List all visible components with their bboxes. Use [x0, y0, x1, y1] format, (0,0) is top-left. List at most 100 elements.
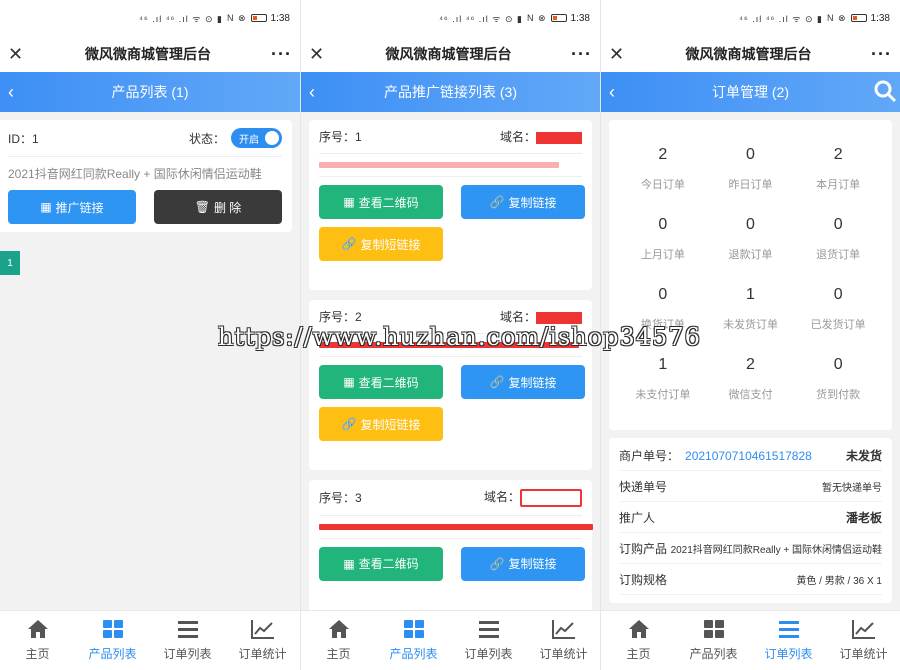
more-icon[interactable]: ··· [268, 44, 292, 65]
more-icon[interactable]: ··· [568, 44, 592, 65]
copy-link-button[interactable]: 🔗 复制链接 [461, 546, 585, 581]
order-stat[interactable]: 0 换货订单 [619, 286, 707, 332]
link-card: 序号：2 域名： ▦ 查看二维码 🔗 复制链接 🔗 复制短链接 [309, 300, 592, 470]
page-number[interactable]: 1 [0, 251, 20, 275]
order-stats-card: 2 今日订单 0 昨日订单 2 本月订单 0 上月订单 0 退款订单 0 退货订单 0 换货订单 1 未发货订… [609, 120, 892, 430]
status-toggle[interactable]: 开启 [231, 128, 282, 148]
stat-label: 今日订单 [640, 179, 685, 191]
tab-home[interactable]: 主页 [601, 611, 676, 670]
tab-stats-label: 订单统计 [539, 647, 588, 661]
link-card: 序号：1 域名： ▦ 查看二维码 🔗 复制链接 🔗 复制短链接 [309, 120, 592, 290]
tab-orders[interactable]: 订单列表 [150, 611, 225, 670]
tab-products[interactable]: 产品列表 [676, 611, 751, 670]
link-icon: 🔗 [341, 237, 357, 251]
order-stat[interactable]: 0 昨日订单 [707, 146, 795, 192]
order-stat[interactable]: 2 微信支付 [707, 356, 795, 402]
tab-products-label: 产品列表 [88, 647, 137, 661]
tab-products[interactable]: 产品列表 [75, 611, 150, 670]
close-icon[interactable]: ✕ [8, 44, 28, 65]
chart-icon [851, 620, 875, 639]
order-detail-card: 商户单号： 2021070710461517828 未发货 快递单号 暂无快递单号… [609, 438, 892, 603]
order-stat[interactable]: 2 本月订单 [794, 146, 882, 192]
close-icon[interactable]: ✕ [609, 44, 629, 65]
redacted-url [319, 162, 559, 168]
stat-label: 昨日订单 [728, 179, 773, 191]
copy-short-link-label: 复制短链接 [360, 417, 421, 432]
more-icon[interactable]: ··· [868, 44, 892, 65]
close-icon[interactable]: ✕ [309, 44, 329, 65]
link-seq: 序号：3 [319, 490, 362, 505]
divider [319, 153, 582, 154]
page-title: 产品推广链接列表 (3) [384, 84, 517, 100]
delete-button[interactable]: 🗑 删 除 [154, 190, 282, 224]
tab-orders[interactable]: 订单列表 [751, 611, 826, 670]
page-title: 产品列表 (1) [111, 84, 189, 100]
tab-bar: 主页 产品列表 订单列表 订单统计 [301, 610, 600, 670]
list-icon [478, 621, 499, 638]
order-stat[interactable]: 1 未支付订单 [619, 356, 707, 402]
product-name: 2021抖音网红同款Really + 国际休闲情侣运动鞋 [8, 167, 262, 181]
copy-short-link-button[interactable]: 🔗 复制短链接 [319, 227, 443, 261]
order-stat[interactable]: 0 退货订单 [794, 216, 882, 262]
view-qr-button[interactable]: ▦ 查看二维码 [319, 546, 443, 581]
back-icon[interactable]: ‹ [8, 82, 14, 103]
order-stat[interactable]: 0 上月订单 [619, 216, 707, 262]
redacted-domain [536, 311, 582, 324]
stats-grid: 2 今日订单 0 昨日订单 2 本月订单 0 上月订单 0 退款订单 0 退货订单 0 换货订单 1 未发货订… [619, 128, 882, 414]
tab-stats[interactable]: 订单统计 [826, 611, 900, 670]
order-management-screen: ⁴⁶ .ıl ⁴⁶ .ıl ᯤ ⊙ ▮ N ⊗ 1:38 ✕ 微风微商城管理后台… [600, 0, 900, 670]
tab-home-label: 主页 [626, 647, 651, 661]
tab-stats[interactable]: 订单统计 [225, 611, 300, 670]
back-icon[interactable]: ‹ [309, 82, 315, 103]
redacted-domain [536, 131, 582, 144]
tab-home[interactable]: 主页 [0, 611, 75, 670]
stat-label: 换货订单 [640, 319, 685, 331]
tab-products[interactable]: 产品列表 [376, 611, 451, 670]
order-stat[interactable]: 0 已发货订单 [794, 286, 882, 332]
product-id: ID：1 [8, 131, 39, 146]
promo-link-button[interactable]: ▦ 推广链接 [8, 190, 136, 224]
divider [319, 176, 582, 177]
copy-link-label: 复制链接 [508, 195, 557, 210]
domain-label: 域名： [483, 490, 520, 504]
tab-bar: 主页 产品列表 订单列表 订单统计 [0, 610, 300, 670]
order-stat[interactable]: 2 今日订单 [619, 146, 707, 192]
tab-orders-label: 订单列表 [764, 647, 813, 661]
status-time: 1:38 [870, 12, 890, 24]
view-qr-button[interactable]: ▦ 查看二维码 [319, 185, 443, 219]
nav-bar: ‹ 产品推广链接列表 (3) [301, 72, 600, 112]
order-stat[interactable]: 0 退款订单 [707, 216, 795, 262]
merchant-order-no[interactable]: 2021070710461517828 [685, 449, 812, 463]
grid-icon [403, 620, 424, 638]
stat-count: 0 [833, 356, 843, 373]
stat-count: 2 [833, 146, 843, 163]
copy-link-button[interactable]: 🔗 复制链接 [461, 365, 585, 399]
tab-products-label: 产品列表 [689, 647, 738, 661]
tab-orders[interactable]: 订单列表 [451, 611, 526, 670]
view-qr-button[interactable]: ▦ 查看二维码 [319, 365, 443, 399]
stat-count: 2 [746, 356, 755, 373]
status-icons: N ⊗ [826, 12, 847, 23]
tab-orders-label: 订单列表 [163, 647, 212, 661]
status-bar: ⁴⁶ .ıl ⁴⁶ .ıl ᯤ ⊙ ▮ N ⊗ 1:38 [0, 0, 300, 36]
title-bar: ✕ 微风微商城管理后台 ··· [301, 36, 600, 72]
order-stat[interactable]: 0 货到付款 [794, 356, 882, 402]
tab-home[interactable]: 主页 [301, 611, 376, 670]
signal-icons: ⁴⁶ .ıl ⁴⁶ .ıl ᯤ ⊙ ▮ [139, 13, 223, 24]
home-icon [328, 620, 349, 638]
order-stat[interactable]: 1 未发货订单 [707, 286, 795, 332]
app-title: 微风微商城管理后台 [385, 46, 512, 62]
search-icon[interactable] [872, 78, 898, 104]
link-icon: 🔗 [489, 556, 505, 571]
grid-icon [703, 620, 724, 638]
stat-count: 0 [833, 216, 843, 233]
express-label: 快递单号 [619, 479, 668, 494]
tab-stats[interactable]: 订单统计 [526, 611, 600, 670]
copy-link-button[interactable]: 🔗 复制链接 [461, 185, 585, 219]
status-icons: N ⊗ [526, 12, 547, 23]
signal-icons: ⁴⁶ .ıl ⁴⁶ .ıl ᯤ ⊙ ▮ [439, 13, 523, 24]
promoter-value: 潘老板 [845, 510, 882, 525]
view-qr-label: 查看二维码 [358, 195, 419, 210]
back-icon[interactable]: ‹ [609, 82, 615, 103]
copy-short-link-button[interactable]: 🔗 复制短链接 [319, 407, 443, 441]
